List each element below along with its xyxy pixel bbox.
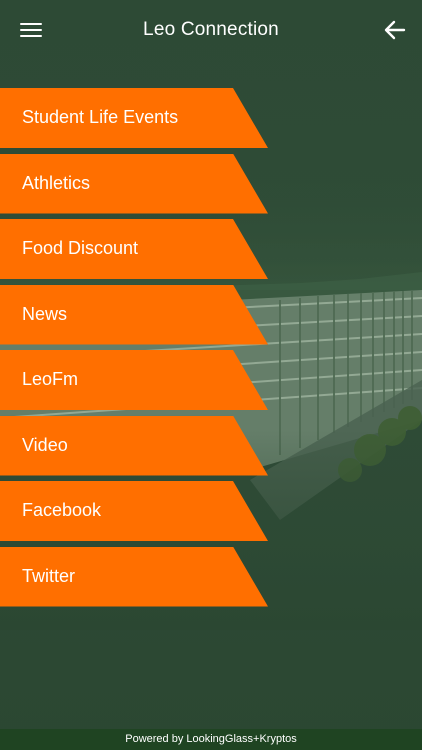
menu-item-label: LeoFm bbox=[22, 369, 79, 389]
menu-item-label: Facebook bbox=[22, 500, 102, 520]
menu-list: Student Life Events Athletics Food Disco… bbox=[0, 88, 270, 612]
menu-item-label: Athletics bbox=[22, 172, 91, 193]
menu-item-label: News bbox=[22, 303, 68, 324]
menu-item-label: Video bbox=[22, 434, 68, 455]
menu-item-label: Food Discount bbox=[22, 238, 139, 258]
menu-item-news[interactable]: News bbox=[0, 284, 268, 345]
menu-item-facebook[interactable]: Facebook bbox=[0, 481, 268, 541]
app-header: Leo Connection bbox=[0, 0, 422, 62]
menu-item-video[interactable]: Video bbox=[0, 415, 268, 476]
arrow-left-icon[interactable] bbox=[382, 17, 408, 43]
menu-item-twitter[interactable]: Twitter bbox=[0, 546, 268, 607]
menu-item-label: Twitter bbox=[22, 565, 76, 586]
page-title: Leo Connection bbox=[143, 19, 279, 40]
menu-item-label: Student Life Events bbox=[22, 107, 179, 127]
menu-item-food-discount[interactable]: Food Discount bbox=[0, 219, 268, 279]
menu-item-leofm[interactable]: LeoFm bbox=[0, 350, 268, 410]
app-screen: Leo Connection Student Life Events Athle… bbox=[0, 0, 422, 750]
menu-item-athletics[interactable]: Athletics bbox=[0, 153, 268, 214]
menu-item-student-life-events[interactable]: Student Life Events bbox=[0, 88, 268, 148]
powered-by-footer: Powered by LookingGlass+Kryptos bbox=[0, 729, 422, 750]
